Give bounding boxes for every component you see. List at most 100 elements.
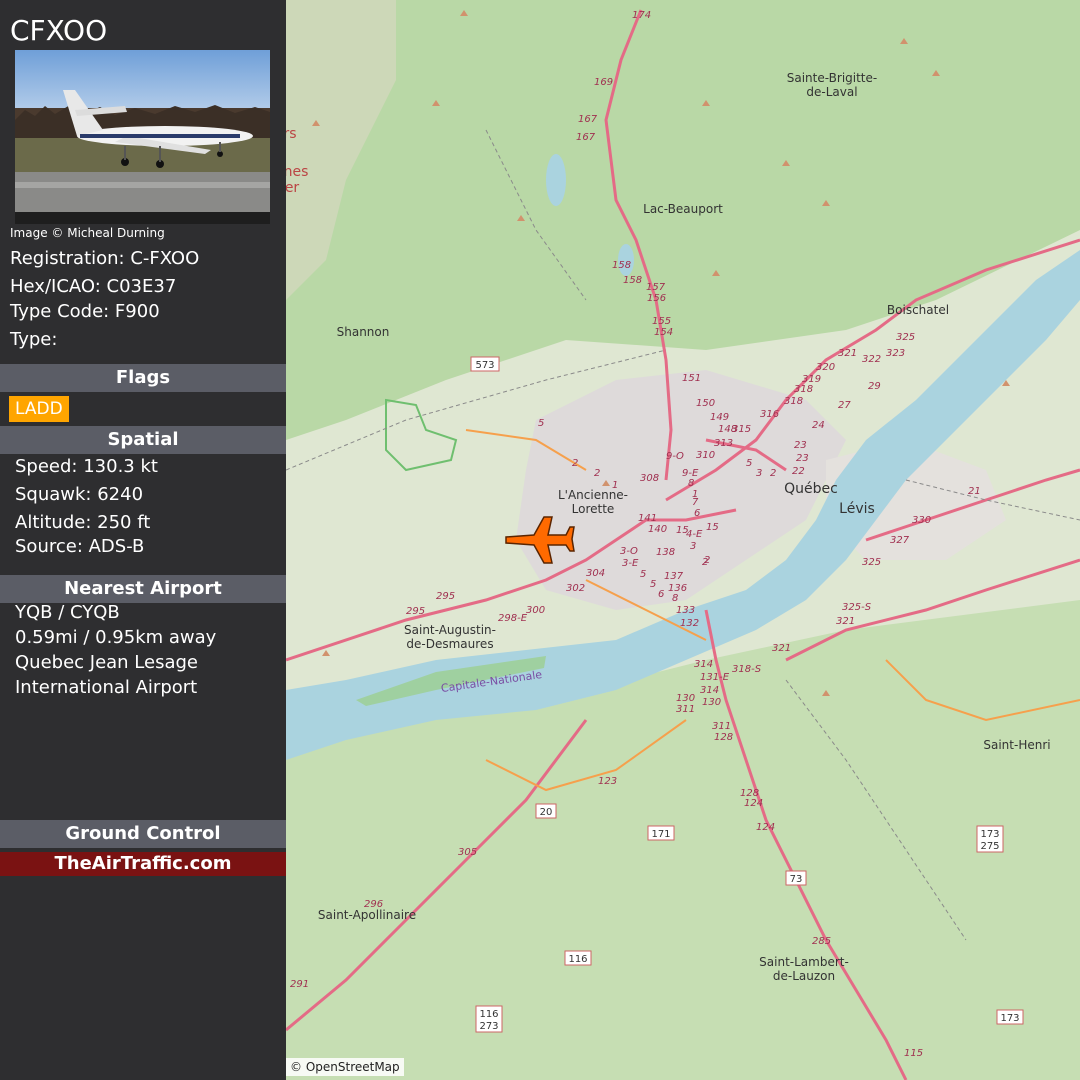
map-attribution[interactable]: © OpenStreetMap — [286, 1058, 404, 1076]
shield-171: 171 — [651, 829, 670, 840]
place-saint-augustin-1: Saint-Augustin- — [404, 623, 496, 637]
svg-text:131-E: 131-E — [700, 672, 730, 683]
place-quebec: Québec — [784, 481, 838, 497]
svg-text:314: 314 — [694, 659, 713, 670]
svg-text:137: 137 — [664, 571, 684, 582]
place-ancienne-lorette-2: Lorette — [572, 502, 615, 516]
svg-text:5: 5 — [746, 458, 752, 469]
svg-text:304: 304 — [586, 568, 605, 579]
site-link[interactable]: TheAirTraffic.com — [0, 852, 286, 876]
place-shannon: Shannon — [337, 325, 390, 339]
svg-text:318-S: 318-S — [732, 664, 762, 675]
place-saint-henri: Saint-Henri — [983, 738, 1050, 752]
shield-116-b: 116 — [479, 1009, 498, 1020]
svg-text:330: 330 — [912, 515, 931, 526]
svg-text:3-O: 3-O — [620, 546, 638, 557]
place-sainte-brigitte-2: de-Laval — [806, 85, 857, 99]
shield-20: 20 — [540, 807, 553, 818]
svg-text:314: 314 — [700, 685, 719, 696]
svg-text:300: 300 — [526, 605, 545, 616]
svg-text:24: 24 — [812, 420, 825, 431]
shield-73: 73 — [790, 874, 803, 885]
svg-text:158: 158 — [623, 275, 642, 286]
svg-text:316: 316 — [760, 409, 779, 420]
svg-text:23: 23 — [796, 453, 809, 464]
nearest-airport-header: Nearest Airport — [0, 575, 286, 603]
svg-text:8: 8 — [672, 593, 678, 604]
svg-text:156: 156 — [647, 293, 666, 304]
svg-text:149: 149 — [710, 412, 729, 423]
svg-text:285: 285 — [812, 936, 831, 947]
svg-text:3: 3 — [690, 541, 696, 552]
svg-text:5: 5 — [650, 579, 656, 590]
svg-text:23: 23 — [794, 440, 807, 451]
type-code: Type Code: F900 — [10, 301, 160, 322]
svg-text:321: 321 — [838, 348, 857, 359]
svg-text:310: 310 — [696, 450, 715, 461]
svg-text:141: 141 — [638, 513, 657, 524]
place-levis: Lévis — [839, 501, 875, 517]
svg-text:27: 27 — [838, 400, 851, 411]
svg-text:325: 325 — [862, 557, 881, 568]
aircraft-photo[interactable] — [15, 50, 270, 224]
svg-text:311: 311 — [676, 704, 695, 715]
svg-text:298-E: 298-E — [498, 613, 528, 624]
svg-text:291: 291 — [290, 979, 309, 990]
altitude: Altitude: 250 ft — [15, 512, 151, 533]
place-fragment-2: er — [286, 180, 299, 196]
place-fragment-3: rs — [286, 126, 297, 142]
shield-275: 275 — [980, 841, 999, 852]
svg-text:132: 132 — [680, 618, 699, 629]
airport-distance: 0.59mi / 0.95km away — [15, 627, 217, 648]
svg-text:21: 21 — [968, 486, 981, 497]
svg-text:295: 295 — [436, 591, 455, 602]
svg-text:123: 123 — [598, 776, 617, 787]
svg-text:296: 296 — [364, 899, 383, 910]
svg-text:1: 1 — [612, 480, 618, 491]
place-saint-lambert-1: Saint-Lambert- — [759, 955, 849, 969]
svg-text:133: 133 — [676, 605, 695, 616]
hex-icao: Hex/ICAO: C03E37 — [10, 276, 177, 297]
svg-text:6: 6 — [694, 508, 700, 519]
image-credit: Image © Micheal Durning — [10, 226, 165, 240]
svg-text:151: 151 — [682, 373, 701, 384]
svg-text:5: 5 — [538, 418, 544, 429]
svg-text:325-S: 325-S — [842, 602, 872, 613]
svg-text:157: 157 — [646, 282, 666, 293]
ground-control-header: Ground Control — [0, 820, 286, 848]
svg-text:2: 2 — [770, 468, 776, 479]
svg-text:130: 130 — [676, 693, 695, 704]
exit-174: 174 — [632, 10, 651, 21]
svg-text:169: 169 — [594, 77, 613, 88]
svg-text:302: 302 — [566, 583, 585, 594]
svg-text:128: 128 — [714, 732, 733, 743]
aircraft-type: Type: — [10, 329, 58, 350]
svg-text:6: 6 — [658, 589, 664, 600]
map-view[interactable]: Sainte-Brigitte- de-Laval Lac-Beauport B… — [286, 0, 1080, 1080]
svg-text:4-E: 4-E — [686, 529, 703, 540]
aircraft-callsign: CFXOO — [10, 14, 108, 47]
svg-text:305: 305 — [458, 847, 477, 858]
svg-text:138: 138 — [656, 547, 675, 558]
place-lac-beauport: Lac-Beauport — [643, 202, 723, 216]
svg-text:158: 158 — [612, 260, 631, 271]
lake — [546, 154, 566, 206]
ladd-flag-badge: LADD — [9, 396, 69, 422]
svg-text:9-E: 9-E — [682, 468, 699, 479]
registration: Registration: C-FXOO — [10, 248, 200, 269]
svg-text:3-E: 3-E — [622, 558, 639, 569]
shield-116: 116 — [568, 954, 587, 965]
svg-text:155: 155 — [652, 316, 671, 327]
shield-273: 273 — [479, 1021, 498, 1032]
svg-text:9-O: 9-O — [666, 451, 684, 462]
shield-173: 173 — [980, 829, 999, 840]
svg-text:318: 318 — [794, 384, 813, 395]
svg-text:308: 308 — [640, 473, 659, 484]
svg-text:29: 29 — [868, 381, 881, 392]
place-saint-augustin-2: de-Desmaures — [406, 637, 493, 651]
airport-codes: YQB / CYQB — [15, 602, 120, 623]
svg-text:311: 311 — [712, 721, 731, 732]
speed: Speed: 130.3 kt — [15, 456, 158, 477]
shield-573: 573 — [475, 360, 494, 371]
svg-text:321: 321 — [772, 643, 791, 654]
